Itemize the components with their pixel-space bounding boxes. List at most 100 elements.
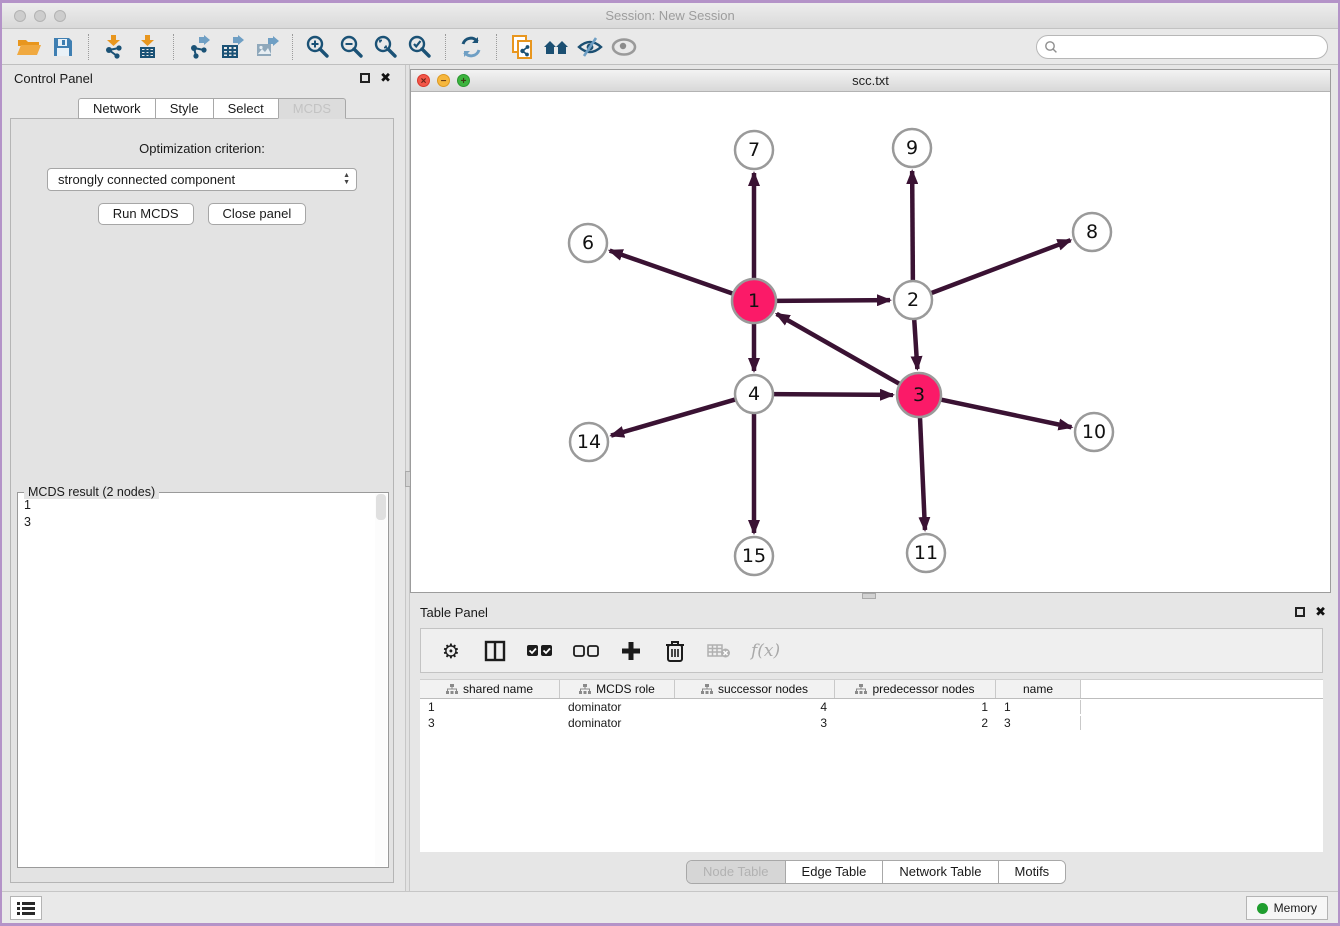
- table-row[interactable]: 3 dominator 3 2 3: [420, 715, 1323, 731]
- graph-node-14[interactable]: 14: [570, 423, 608, 461]
- memory-label: Memory: [1274, 901, 1317, 915]
- node-table: shared name MCDS role successor nodes pr…: [420, 679, 1323, 852]
- hide-selected-button[interactable]: [573, 32, 607, 62]
- task-history-button[interactable]: [10, 896, 42, 920]
- graph-edge-3-1[interactable]: [777, 314, 901, 385]
- tab-motifs[interactable]: Motifs: [999, 861, 1066, 883]
- graph-edge-4-3[interactable]: [772, 394, 893, 395]
- column-header-predecessor-nodes[interactable]: predecessor nodes: [835, 680, 996, 698]
- graph-node-6[interactable]: 6: [569, 224, 607, 262]
- svg-text:10: 10: [1082, 421, 1106, 443]
- result-scrollbar[interactable]: [375, 494, 387, 866]
- unselect-all-columns-button[interactable]: [573, 636, 599, 666]
- tab-network-table[interactable]: Network Table: [883, 861, 998, 883]
- zoom-fit-icon: [373, 34, 399, 60]
- zoom-in-icon: [305, 34, 331, 60]
- svg-text:1: 1: [748, 290, 760, 312]
- zoom-in-button[interactable]: [301, 32, 335, 62]
- graph-node-4[interactable]: 4: [735, 375, 773, 413]
- clone-network-icon: [509, 34, 535, 60]
- save-session-button[interactable]: [46, 32, 80, 62]
- tab-style[interactable]: Style: [155, 98, 213, 119]
- table-row[interactable]: 1 dominator 4 1 1: [420, 699, 1323, 715]
- equation-builder-button[interactable]: f(x): [751, 636, 780, 666]
- graph-node-9[interactable]: 9: [893, 129, 931, 167]
- refresh-layout-button[interactable]: [454, 32, 488, 62]
- tab-network[interactable]: Network: [78, 98, 155, 119]
- graph-edge-3-11[interactable]: [920, 416, 925, 530]
- mcds-result-text[interactable]: 1 3: [24, 497, 374, 865]
- export-table-button[interactable]: [216, 32, 250, 62]
- show-column-panel-button[interactable]: [483, 636, 507, 666]
- delete-table-icon: [707, 643, 731, 659]
- clone-network-button[interactable]: [505, 32, 539, 62]
- graph-node-10[interactable]: 10: [1075, 413, 1113, 451]
- delete-column-button[interactable]: [663, 636, 687, 666]
- zoom-selected-icon: [407, 34, 433, 60]
- column-header-name[interactable]: name: [996, 680, 1081, 698]
- import-network-button[interactable]: [97, 32, 131, 62]
- eye-slash-icon: [576, 34, 604, 60]
- select-all-columns-button[interactable]: [527, 636, 553, 666]
- close-panel-icon[interactable]: ✖: [380, 72, 391, 83]
- delete-table-button[interactable]: [707, 636, 731, 666]
- svg-text:4: 4: [748, 383, 760, 405]
- svg-text:15: 15: [742, 545, 766, 567]
- export-image-icon: [254, 34, 280, 60]
- column-header-successor-nodes[interactable]: successor nodes: [675, 680, 835, 698]
- close-table-panel-icon[interactable]: ✖: [1315, 606, 1326, 617]
- import-table-button[interactable]: [131, 32, 165, 62]
- tab-edge-table[interactable]: Edge Table: [786, 861, 884, 883]
- network-graph[interactable]: 7 9 6 8 1 2 4 3 14 10 15 11: [411, 92, 1330, 592]
- graph-node-15[interactable]: 15: [735, 537, 773, 575]
- export-network-button[interactable]: [182, 32, 216, 62]
- table-options-button[interactable]: ⚙: [439, 636, 463, 666]
- network-window-titlebar[interactable]: × − + scc.txt: [411, 70, 1330, 92]
- graph-node-11[interactable]: 11: [907, 534, 945, 572]
- graph-edge-2-9[interactable]: [912, 171, 913, 282]
- tab-mcds[interactable]: MCDS: [278, 98, 346, 119]
- save-disk-icon: [51, 35, 75, 59]
- graph-edge-2-3[interactable]: [914, 318, 917, 369]
- export-image-button[interactable]: [250, 32, 284, 62]
- combo-stepper-icon: ▲▼: [343, 172, 350, 186]
- column-header-shared-name[interactable]: shared name: [420, 680, 560, 698]
- graph-node-1[interactable]: 1: [732, 279, 776, 323]
- svg-text:7: 7: [748, 139, 760, 161]
- float-table-panel-icon[interactable]: [1295, 607, 1305, 617]
- graph-node-2[interactable]: 2: [894, 281, 932, 319]
- graph-node-7[interactable]: 7: [735, 131, 773, 169]
- gear-icon: ⚙: [442, 639, 460, 663]
- close-panel-button[interactable]: Close panel: [208, 203, 307, 225]
- eye-icon: [610, 34, 638, 60]
- graph-edge-3-10[interactable]: [940, 399, 1072, 427]
- search-box[interactable]: [1036, 35, 1328, 59]
- zoom-fit-button[interactable]: [369, 32, 403, 62]
- svg-text:2: 2: [907, 289, 919, 311]
- svg-text:8: 8: [1086, 221, 1098, 243]
- float-panel-icon[interactable]: [360, 73, 370, 83]
- graph-edge-4-14[interactable]: [611, 399, 737, 436]
- tab-select[interactable]: Select: [213, 98, 278, 119]
- run-mcds-button[interactable]: Run MCDS: [98, 203, 194, 225]
- zoom-out-button[interactable]: [335, 32, 369, 62]
- first-neighbors-button[interactable]: [539, 32, 573, 62]
- memory-button[interactable]: Memory: [1246, 896, 1328, 920]
- table-panel-title: Table Panel: [420, 605, 488, 620]
- network-view-title: scc.txt: [411, 73, 1330, 88]
- graph-edge-1-6[interactable]: [610, 251, 734, 294]
- graph-edge-2-8[interactable]: [930, 240, 1071, 293]
- tab-node-table[interactable]: Node Table: [687, 861, 786, 883]
- graph-edge-1-2[interactable]: [775, 300, 890, 301]
- add-column-button[interactable]: [619, 636, 643, 666]
- graph-node-3[interactable]: 3: [897, 373, 941, 417]
- show-all-button[interactable]: [607, 32, 641, 62]
- svg-text:11: 11: [914, 542, 938, 564]
- graph-node-8[interactable]: 8: [1073, 213, 1111, 251]
- column-header-mcds-role[interactable]: MCDS role: [560, 680, 675, 698]
- open-session-button[interactable]: [12, 32, 46, 62]
- search-input[interactable]: [1059, 38, 1327, 56]
- zoom-selected-button[interactable]: [403, 32, 437, 62]
- network-canvas[interactable]: 7 9 6 8 1 2 4 3 14 10 15 11: [411, 92, 1330, 592]
- optimization-criterion-select[interactable]: strongly connected component ▲▼: [47, 168, 357, 191]
